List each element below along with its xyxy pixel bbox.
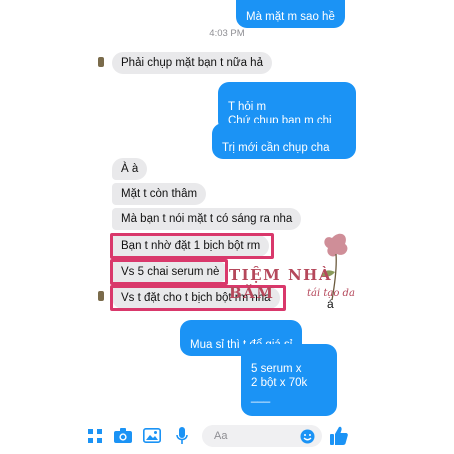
message-in[interactable]: À à	[112, 158, 148, 180]
message-text: Mặt t còn thâm	[121, 188, 198, 200]
microphone-icon[interactable]	[176, 427, 188, 449]
message-text: Phải chụp mặt bạn t nữa hả	[121, 57, 263, 69]
message-in[interactable]: Phải chụp mặt bạn t nữa hả	[112, 52, 272, 74]
contact-avatar[interactable]	[98, 57, 104, 67]
highlight-box	[110, 259, 228, 285]
image-gallery-icon[interactable]	[143, 428, 161, 448]
message-text: À à	[121, 163, 139, 175]
contact-avatar[interactable]	[98, 291, 104, 301]
timestamp: 4:03 PM	[209, 28, 245, 39]
emoji-icon[interactable]	[300, 429, 315, 449]
partial-accent: á	[327, 297, 334, 311]
composer-bar: Aa	[0, 418, 454, 454]
message-out[interactable]: 5 serum x 2 bột x 70k ___	[241, 344, 337, 416]
thumbs-up-icon[interactable]	[330, 426, 348, 450]
message-text: Trị mới cần chụp cha	[222, 142, 330, 154]
apps-grid-icon[interactable]	[88, 429, 102, 448]
message-text: Mà bạn t nói mặt t có sáng ra nha	[121, 213, 293, 225]
message-in[interactable]: Mà bạn t nói mặt t có sáng ra nha	[112, 208, 302, 230]
message-out-partial: Mà mặt m sao hề	[236, 0, 345, 28]
message-out[interactable]: Trị mới cần chụp cha	[212, 123, 356, 159]
message-text: Mà mặt m sao hề	[246, 11, 335, 23]
camera-icon[interactable]	[114, 428, 132, 448]
message-text: 5 serum x 2 bột x 70k ___	[251, 363, 308, 403]
message-in[interactable]: Mặt t còn thâm	[112, 183, 207, 205]
brand-watermark: TIỆM NHÀ BĂM tái tạo da	[227, 228, 367, 308]
